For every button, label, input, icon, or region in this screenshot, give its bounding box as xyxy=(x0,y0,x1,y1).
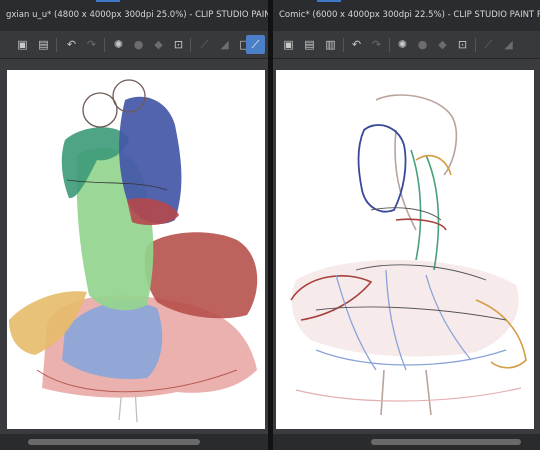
dress-outline xyxy=(410,149,440,271)
jacket-outline xyxy=(357,124,407,213)
hem-line xyxy=(295,387,522,402)
left-active-tab-indicator xyxy=(96,0,120,2)
toolbar-separator xyxy=(104,38,105,52)
fill-icon[interactable]: ● xyxy=(415,37,430,52)
shape-icon[interactable]: ◆ xyxy=(435,37,450,52)
right-toolbar: ▣ ▤ ▥ ↶ ↷ ✺ ● ◆ ⊡ ⟋ ◢ xyxy=(273,31,540,59)
redo-icon[interactable]: ↷ xyxy=(369,37,384,52)
ruler-icon[interactable]: ⟋ xyxy=(197,37,212,52)
select-all-icon[interactable]: ✺ xyxy=(111,37,126,52)
transform-icon[interactable]: ⊡ xyxy=(455,37,470,52)
export-icon[interactable]: ▤ xyxy=(36,37,51,52)
left-scroll-thumb[interactable] xyxy=(28,439,200,445)
stabilizer-icon[interactable]: ⟋ xyxy=(246,35,265,54)
right-window: Comic* (6000 x 4000px 300dpi 22.5%) - CL… xyxy=(273,0,540,450)
save-icon[interactable]: ▣ xyxy=(15,37,30,52)
left-illustration xyxy=(9,79,258,423)
head-left xyxy=(82,92,118,128)
left-horizontal-scrollbar[interactable] xyxy=(0,434,268,450)
right-scroll-thumb[interactable] xyxy=(371,439,521,445)
export-alt-icon[interactable]: ▥ xyxy=(323,37,338,52)
ruler-icon[interactable]: ⟋ xyxy=(481,37,496,52)
right-canvas[interactable] xyxy=(276,70,534,429)
toolbar-separator xyxy=(190,38,191,52)
toolbar-separator xyxy=(56,38,57,52)
left-canvas[interactable] xyxy=(7,70,265,429)
left-window: gxian u_u* (4800 x 4000px 300dpi 25.0%) … xyxy=(0,0,268,450)
gradient-icon[interactable]: ◢ xyxy=(217,37,232,52)
redo-icon[interactable]: ↷ xyxy=(84,37,99,52)
save-icon[interactable]: ▣ xyxy=(281,37,296,52)
right-illustration xyxy=(290,94,527,416)
export-icon[interactable]: ▤ xyxy=(302,37,317,52)
right-active-tab-indicator xyxy=(317,0,341,2)
right-horizontal-scrollbar[interactable] xyxy=(273,434,540,450)
undo-icon[interactable]: ↶ xyxy=(349,37,364,52)
select-all-icon[interactable]: ✺ xyxy=(395,37,410,52)
fill-icon[interactable]: ● xyxy=(131,37,146,52)
gradient-icon[interactable]: ◢ xyxy=(501,37,516,52)
right-window-title: Comic* (6000 x 4000px 300dpi 22.5%) - CL… xyxy=(279,10,540,20)
toolbar-separator xyxy=(475,38,476,52)
left-toolbar: ▣ ▤ ↶ ↷ ✺ ● ◆ ⊡ ⟋ ◢ □ ⟋ xyxy=(0,31,268,59)
toolbar-separator xyxy=(389,38,390,52)
left-window-title: gxian u_u* (4800 x 4000px 300dpi 25.0%) … xyxy=(6,10,268,20)
undo-icon[interactable]: ↶ xyxy=(64,37,79,52)
shape-icon[interactable]: ◆ xyxy=(151,37,166,52)
toolbar-separator xyxy=(343,38,344,52)
right-title-bar: Comic* (6000 x 4000px 300dpi 22.5%) - CL… xyxy=(273,0,540,31)
transform-icon[interactable]: ⊡ xyxy=(171,37,186,52)
left-title-bar: gxian u_u* (4800 x 4000px 300dpi 25.0%) … xyxy=(0,0,268,31)
